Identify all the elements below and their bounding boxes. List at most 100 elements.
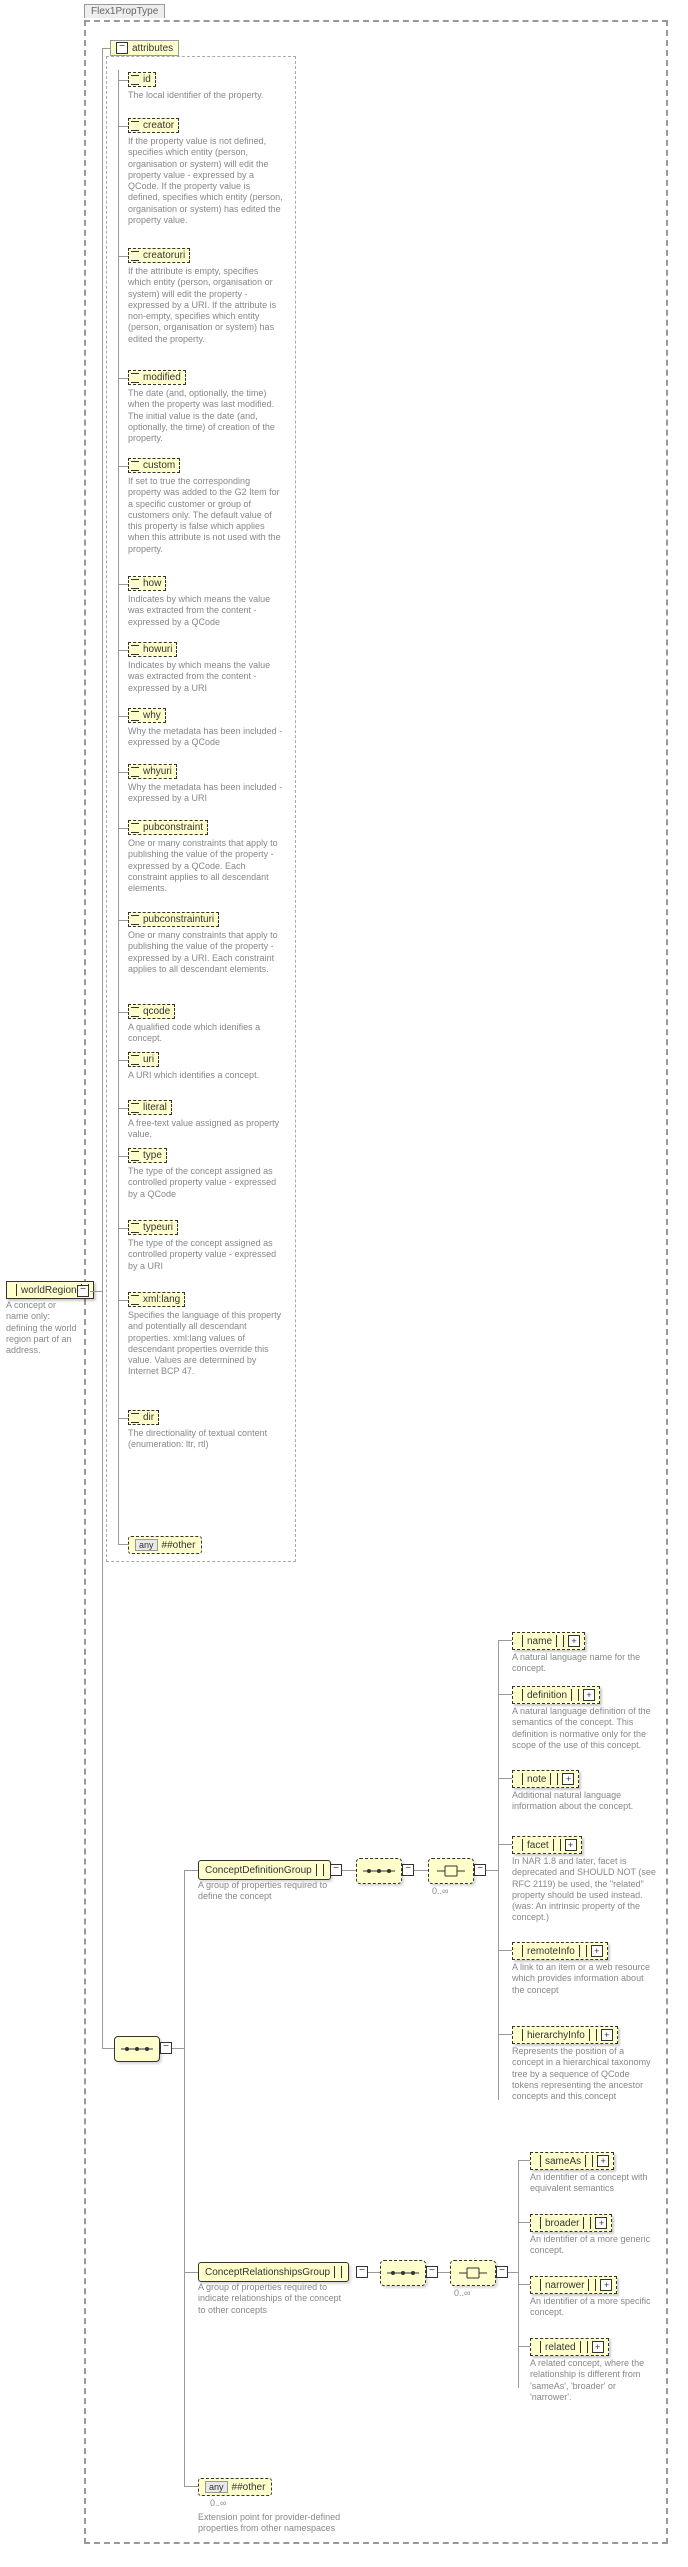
attr-label: why	[143, 710, 161, 721]
root-collapse-toggle[interactable]: −	[77, 1285, 89, 1297]
attr-label: literal	[143, 1102, 167, 1113]
attributes-collapse-toggle[interactable]: −	[116, 42, 128, 54]
attr-id[interactable]: id	[128, 72, 156, 87]
attr-icon	[131, 711, 139, 721]
attr-label: howuri	[143, 644, 172, 655]
attr-xmllang[interactable]: xml:lang	[128, 1292, 185, 1307]
group-rel-choice[interactable]	[450, 2260, 496, 2286]
attr-dir-desc: The directionality of textual content (e…	[128, 1428, 283, 1451]
attr-how[interactable]: how	[128, 576, 166, 591]
attr-creatoruri[interactable]: creatoruri	[128, 248, 190, 263]
lead-bar-icon	[517, 1839, 523, 1851]
attributes-header[interactable]: − attributes	[110, 40, 179, 56]
attr-modified[interactable]: modified	[128, 370, 186, 385]
any-other-label: ##other	[162, 1540, 196, 1551]
expand-icon[interactable]: +	[600, 2279, 612, 2291]
elem-broader[interactable]: broader +	[530, 2214, 612, 2232]
expand-icon[interactable]: +	[595, 2217, 607, 2229]
attr-literal-desc: A free-text value assigned as property v…	[128, 1118, 283, 1141]
elem-definition[interactable]: definition+	[512, 1686, 600, 1704]
elem-sameas[interactable]: sameAs+	[530, 2152, 614, 2170]
attr-label: creatoruri	[143, 250, 185, 261]
elem-label: note	[527, 1774, 546, 1785]
root-element-desc: A concept or name only: defining the wor…	[6, 1300, 81, 1356]
elem-note[interactable]: note +	[512, 1770, 579, 1788]
attr-icon	[131, 1151, 139, 1161]
attr-type[interactable]: type	[128, 1148, 167, 1163]
elem-name[interactable]: name +	[512, 1632, 585, 1650]
lead-bar-icon	[517, 1773, 523, 1785]
group-def-collapse[interactable]: −	[330, 1864, 342, 1876]
attr-any-other[interactable]: any ##other	[128, 1536, 202, 1554]
expand-icon[interactable]: +	[562, 1773, 574, 1785]
attr-label: uri	[143, 1054, 154, 1065]
expand-icon[interactable]: +	[597, 2155, 609, 2167]
elem-hierarchyinfo[interactable]: hierarchyInfo+	[512, 2026, 618, 2044]
attr-icon	[131, 823, 139, 833]
group-rel-sequence-toggle[interactable]: −	[426, 2266, 438, 2278]
attr-whyuri[interactable]: whyuri	[128, 764, 177, 779]
attr-literal[interactable]: literal	[128, 1100, 172, 1115]
any-other-label: ##other	[232, 2482, 266, 2493]
expand-icon[interactable]: +	[583, 1689, 595, 1701]
elem-narrower[interactable]: narrower+	[530, 2276, 617, 2294]
expand-icon[interactable]: +	[592, 2341, 604, 2353]
attr-pubconstraint[interactable]: pubconstraint	[128, 820, 208, 835]
end-bars-icon	[588, 2279, 596, 2291]
attr-pubconstrainturi-desc: One or many constraints that apply to pu…	[128, 930, 283, 975]
elem-remoteinfo[interactable]: remoteInfo +	[512, 1942, 608, 1960]
attr-label: pubconstraint	[143, 822, 203, 833]
attr-qcode[interactable]: qcode	[128, 1004, 175, 1019]
attr-typeuri[interactable]: typeuri	[128, 1220, 178, 1235]
attr-why[interactable]: why	[128, 708, 166, 723]
attr-dir[interactable]: dir	[128, 1410, 159, 1425]
expand-icon[interactable]: +	[568, 1635, 580, 1647]
attr-pubconstrainturi[interactable]: pubconstrainturi	[128, 912, 219, 927]
attr-icon	[131, 1007, 139, 1017]
expand-icon[interactable]: +	[601, 2029, 613, 2041]
any-tag: any	[135, 1539, 158, 1551]
elem-label: broader	[545, 2218, 579, 2229]
group-def-choice[interactable]	[428, 1858, 474, 1884]
group-rel-collapse[interactable]: −	[356, 2266, 368, 2278]
elem-label: remoteInfo	[527, 1946, 575, 1957]
attr-icon	[131, 373, 139, 383]
root-element-label: worldRegion	[21, 1285, 77, 1296]
attr-howuri[interactable]: howuri	[128, 642, 177, 657]
group-rel-choice-toggle[interactable]: −	[496, 2266, 508, 2278]
attr-creator[interactable]: creator	[128, 118, 179, 133]
attr-label: id	[143, 74, 151, 85]
sequence-compositor[interactable]	[114, 2036, 160, 2062]
child-any-other-occ: 0..∞	[210, 2498, 226, 2508]
group-def-sequence[interactable]	[356, 1858, 402, 1884]
lead-bar-icon	[517, 1635, 523, 1647]
group-rel-occ: 0..∞	[454, 2288, 470, 2298]
child-any-other[interactable]: any ##other	[198, 2478, 272, 2496]
elem-related[interactable]: related+	[530, 2338, 609, 2356]
elem-label: facet	[527, 1840, 549, 1851]
end-bars-icon	[583, 2217, 591, 2229]
attr-custom[interactable]: custom	[128, 458, 180, 473]
sequence-collapse-toggle[interactable]: −	[160, 2042, 172, 2054]
end-bars-icon	[334, 2266, 342, 2278]
group-rel-sequence[interactable]	[380, 2260, 426, 2286]
elem-label: name	[527, 1636, 552, 1647]
group-conceptrelationships[interactable]: ConceptRelationshipsGroup	[198, 2262, 349, 2282]
attr-creatoruri-desc: If the attribute is empty, specifies whi…	[128, 266, 283, 345]
attr-label: how	[143, 578, 161, 589]
attr-uri[interactable]: uri	[128, 1052, 159, 1067]
attr-label: dir	[143, 1412, 154, 1423]
attr-id-desc: The local identifier of the property.	[128, 90, 278, 101]
group-conceptdefinition[interactable]: ConceptDefinitionGroup	[198, 1860, 331, 1880]
group-def-sequence-toggle[interactable]: −	[402, 1864, 414, 1876]
attr-icon	[131, 251, 139, 261]
expand-icon[interactable]: +	[565, 1839, 577, 1851]
attr-custom-desc: If set to true the corresponding propert…	[128, 476, 283, 555]
expand-icon[interactable]: +	[591, 1945, 603, 1957]
end-bars-icon	[316, 1864, 324, 1876]
group-conceptrelationships-label: ConceptRelationshipsGroup	[205, 2267, 330, 2278]
attr-icon	[131, 645, 139, 655]
group-def-choice-toggle[interactable]: −	[474, 1864, 486, 1876]
elem-remoteinfo-desc: A link to an item or a web resource whic…	[512, 1962, 657, 1996]
elem-facet[interactable]: facet +	[512, 1836, 582, 1854]
